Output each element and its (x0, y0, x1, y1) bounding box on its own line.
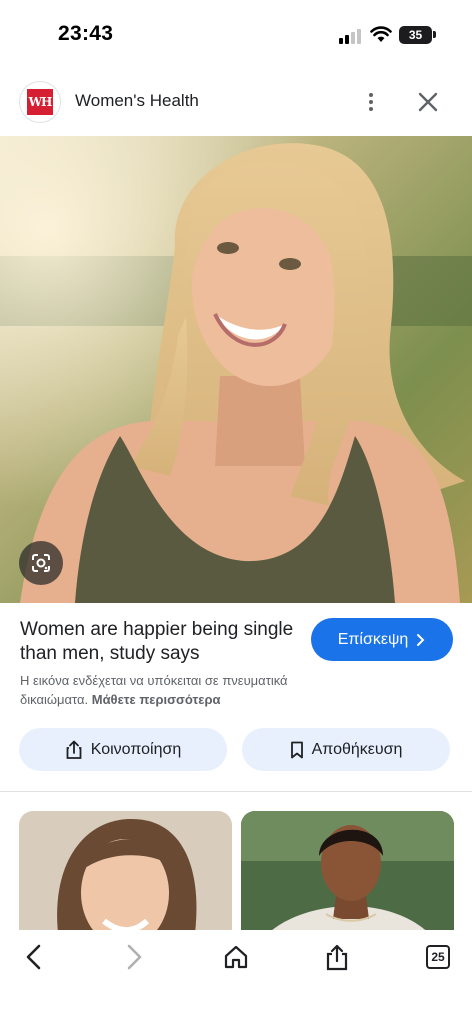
tabs-icon[interactable]: 25 (426, 945, 450, 969)
back-icon[interactable] (19, 942, 49, 972)
forward-icon[interactable] (119, 942, 149, 972)
related-image[interactable] (241, 811, 454, 941)
learn-more-link[interactable]: Μάθετε περισσότερα (92, 692, 221, 707)
share-label: Κοινοποίηση (90, 740, 182, 758)
save-button[interactable]: Αποθήκευση (242, 728, 450, 771)
chevron-right-icon (417, 633, 425, 646)
share-icon (66, 740, 82, 759)
site-logo-mark: WH (27, 89, 53, 115)
source-header: WH Women's Health (0, 78, 472, 126)
save-label: Αποθήκευση (311, 740, 403, 758)
share-button[interactable]: Κοινοποίηση (19, 728, 227, 771)
close-icon[interactable] (414, 88, 442, 116)
battery-tip (433, 31, 436, 38)
more-vert-icon[interactable] (358, 88, 384, 116)
visit-label: Επίσκεψη (337, 630, 409, 648)
browser-toolbar: 25 (0, 930, 472, 1024)
site-name[interactable]: Women's Health (75, 91, 199, 111)
hero-image[interactable] (0, 136, 472, 603)
copyright-notice: Η εικόνα ενδέχεται να υπόκειται σε πνευμ… (20, 671, 350, 709)
bookmark-icon (290, 741, 303, 758)
article-title[interactable]: Women are happier being single than men,… (20, 618, 300, 666)
related-image[interactable] (19, 811, 232, 941)
status-bar: 23:43 35 (0, 0, 472, 70)
home-icon[interactable] (221, 942, 251, 972)
related-photo (241, 811, 454, 941)
divider (0, 791, 472, 792)
share-icon[interactable] (322, 942, 352, 972)
wifi-icon (370, 26, 392, 42)
related-photo (19, 811, 232, 941)
lens-icon[interactable] (19, 541, 63, 585)
portrait-photo (0, 136, 472, 603)
cellular-signal-icon (339, 28, 363, 44)
status-time: 23:43 (58, 22, 114, 45)
visit-button[interactable]: Επίσκεψη (311, 618, 453, 661)
site-logo[interactable]: WH (19, 81, 61, 123)
battery-icon: 35 (399, 26, 432, 44)
